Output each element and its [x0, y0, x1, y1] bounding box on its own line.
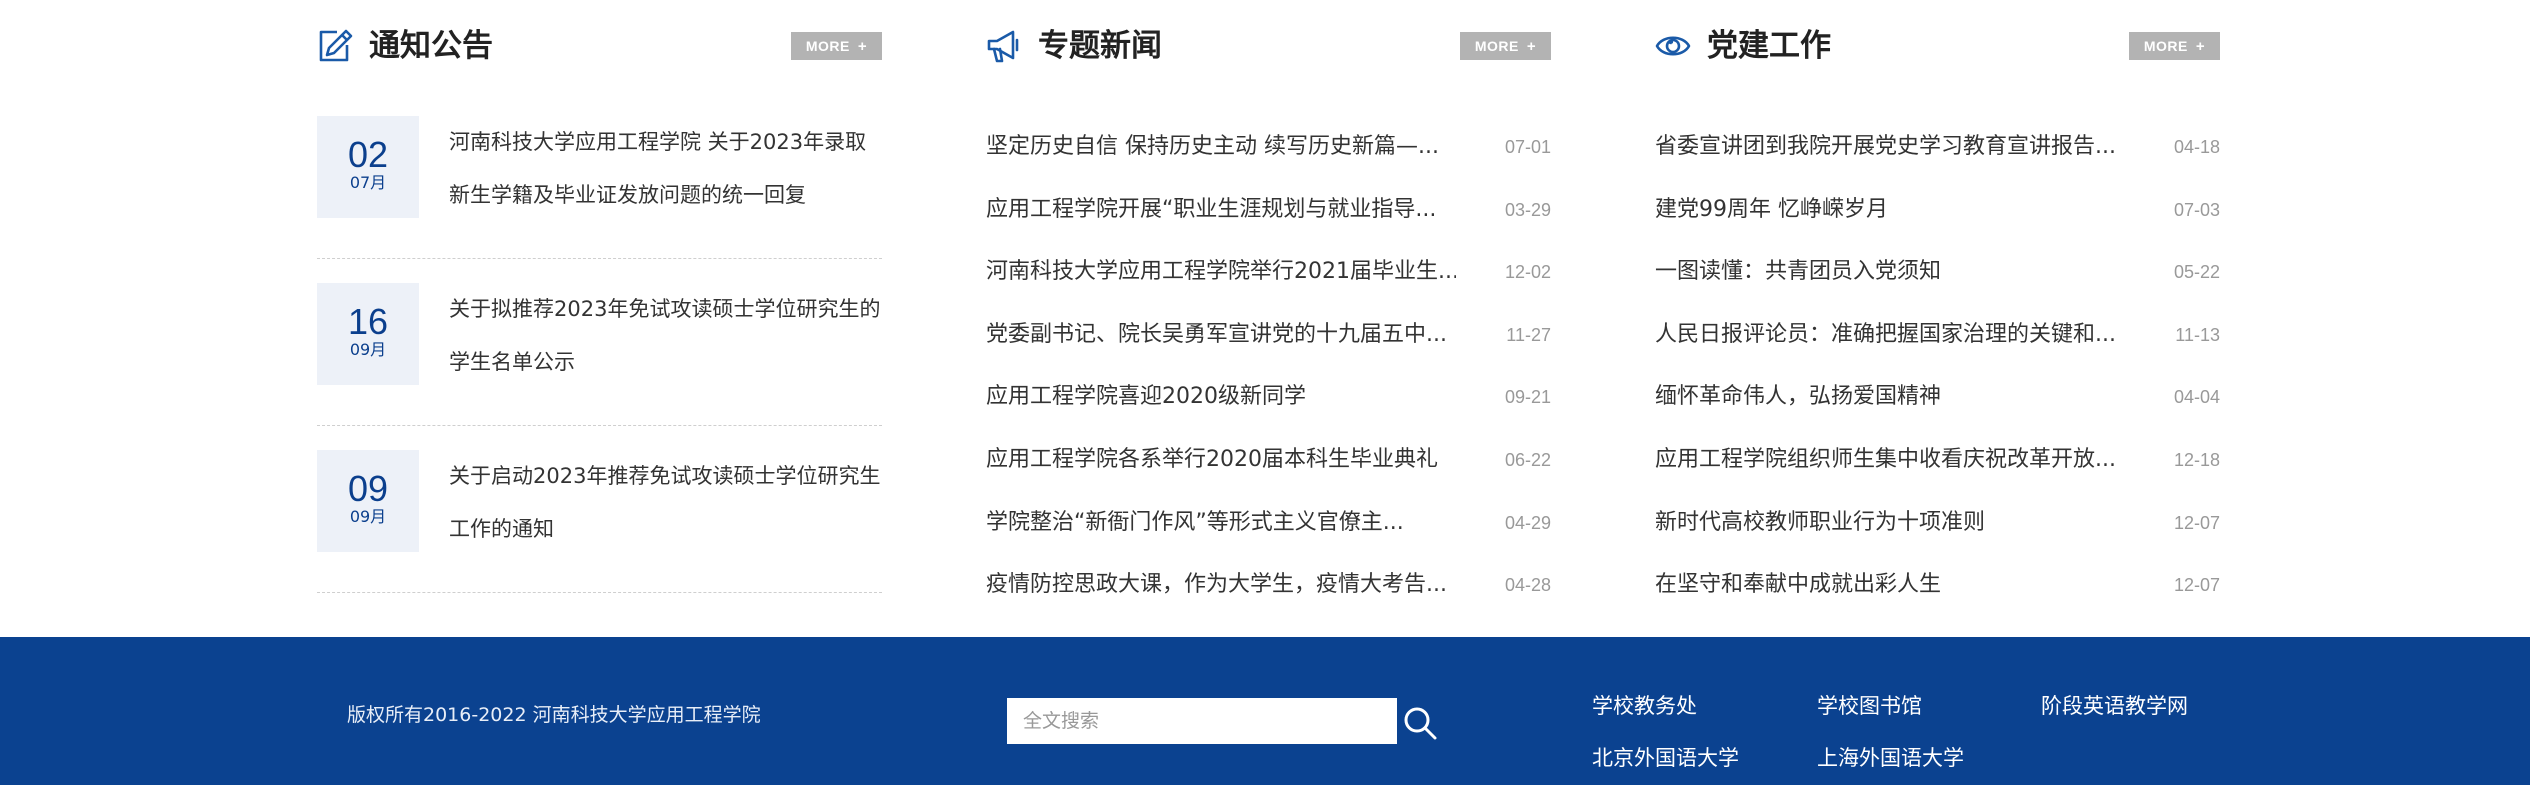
- party-more-button[interactable]: MORE +: [2129, 32, 2220, 60]
- date-day: 09: [347, 468, 389, 509]
- more-label: MORE: [2143, 38, 2188, 54]
- footer-link-english[interactable]: 阶段英语教学网: [2041, 690, 2188, 720]
- news-item[interactable]: 应用工程学院开展“职业生涯规划与就业指导... 03-29: [986, 179, 1551, 242]
- news-item[interactable]: 缅怀革命伟人，弘扬爱国精神 04-04: [1655, 366, 2220, 429]
- news-date: 12-02: [1504, 262, 1551, 283]
- news-link[interactable]: 河南科技大学应用工程学院举行2021届毕业生...: [986, 241, 1456, 304]
- news-date: 06-22: [1504, 449, 1551, 470]
- plus-icon: +: [2195, 38, 2206, 55]
- news-item[interactable]: 省委宣讲团到我院开展党史学习教育宣讲报告... 04-18: [1655, 116, 2220, 179]
- notice-link[interactable]: 河南科技大学应用工程学院 关于2023年录取新生学籍及毕业证发放问题的统一回复: [449, 116, 882, 222]
- news-item[interactable]: 在坚守和奉献中成就出彩人生 12-07: [1655, 554, 2220, 617]
- news-link[interactable]: 应用工程学院组织师生集中收看庆祝改革开放...: [1655, 429, 2125, 492]
- notice-header: 通知公告 MORE +: [317, 0, 882, 92]
- news-link[interactable]: 新时代高校教师职业行为十项准则: [1655, 492, 2125, 555]
- date-badge: 09 09月: [317, 450, 419, 552]
- party-list: 省委宣讲团到我院开展党史学习教育宣讲报告... 04-18 建党99周年 忆峥嵘岁…: [1655, 116, 2220, 617]
- notice-item[interactable]: 16 09月 关于拟推荐2023年免试攻读硕士学位研究生的学生名单公示: [317, 259, 882, 426]
- footer: 版权所有2016-2022 河南科技大学应用工程学院 学校教务处 学校图书馆 阶…: [0, 637, 2530, 785]
- news-date: 12-07: [2173, 512, 2220, 533]
- search-input[interactable]: [1007, 698, 1397, 744]
- news-date: 04-29: [1504, 512, 1551, 533]
- news-date: 07-03: [2173, 199, 2220, 220]
- plus-icon: +: [1526, 38, 1537, 55]
- news-link[interactable]: 一图读懂：共青团员入党须知: [1655, 241, 2125, 304]
- news-title: 专题新闻: [1038, 28, 1162, 64]
- news-link[interactable]: 建党99周年 忆峥嵘岁月: [1655, 179, 2125, 242]
- date-badge: 02 07月: [317, 116, 419, 218]
- date-month: 09月: [349, 507, 387, 526]
- search-icon[interactable]: [1400, 703, 1440, 743]
- news-date: 07-01: [1504, 137, 1551, 157]
- news-more-button[interactable]: MORE +: [1460, 32, 1551, 60]
- plus-icon: +: [857, 38, 868, 55]
- news-link[interactable]: 省委宣讲团到我院开展党史学习教育宣讲报告...: [1655, 116, 2125, 179]
- date-day: 02: [347, 134, 389, 175]
- notice-title: 通知公告: [369, 28, 493, 64]
- eye-icon: [1655, 28, 1691, 64]
- news-item[interactable]: 人民日报评论员：准确把握国家治理的关键和... 11-13: [1655, 304, 2220, 367]
- news-date: 04-28: [1504, 575, 1551, 596]
- news-item[interactable]: 应用工程学院组织师生集中收看庆祝改革开放... 12-18: [1655, 429, 2220, 492]
- party-header: 党建工作 MORE +: [1655, 0, 2220, 92]
- news-item[interactable]: 一图读懂：共青团员入党须知 05-22: [1655, 241, 2220, 304]
- date-badge: 16 09月: [317, 283, 419, 385]
- date-day: 16: [347, 301, 389, 342]
- news-link[interactable]: 应用工程学院各系举行2020届本科生毕业典礼: [986, 429, 1456, 492]
- notice-item[interactable]: 09 09月 关于启动2023年推荐免试攻读硕士学位研究生工作的通知: [317, 426, 882, 593]
- news-date: 12-18: [2173, 449, 2220, 470]
- footer-link-jiaowuchu[interactable]: 学校教务处: [1592, 690, 1697, 720]
- news-item[interactable]: 党委副书记、院长吴勇军宣讲党的十九届五中... 11-27: [986, 304, 1551, 367]
- date-month: 09月: [349, 340, 387, 359]
- news-date: 03-29: [1504, 199, 1551, 220]
- notice-section: 通知公告 MORE + 02 07月 河南科技大学应用工程学院 关于2023年录取…: [317, 0, 882, 593]
- notice-more-button[interactable]: MORE +: [791, 32, 882, 60]
- news-link[interactable]: 在坚守和奉献中成就出彩人生: [1655, 554, 2125, 617]
- news-link[interactable]: 坚定历史自信 保持历史主动 续写历史新篇—...: [986, 116, 1456, 179]
- news-item[interactable]: 疫情防控思政大课，作为大学生，疫情大考告... 04-28: [986, 554, 1551, 617]
- notice-link[interactable]: 关于拟推荐2023年免试攻读硕士学位研究生的学生名单公示: [449, 283, 882, 389]
- news-date: 04-18: [2173, 137, 2220, 157]
- news-link[interactable]: 学院整治“新衙门作风”等形式主义官僚主...: [986, 492, 1456, 555]
- news-item[interactable]: 坚定历史自信 保持历史主动 续写历史新篇—... 07-01: [986, 116, 1551, 179]
- news-link[interactable]: 应用工程学院喜迎2020级新同学: [986, 366, 1456, 429]
- news-item[interactable]: 应用工程学院各系举行2020届本科生毕业典礼 06-22: [986, 429, 1551, 492]
- news-item[interactable]: 河南科技大学应用工程学院举行2021届毕业生... 12-02: [986, 241, 1551, 304]
- notice-item[interactable]: 02 07月 河南科技大学应用工程学院 关于2023年录取新生学籍及毕业证发放问…: [317, 92, 882, 259]
- news-link[interactable]: 应用工程学院开展“职业生涯规划与就业指导...: [986, 179, 1456, 242]
- footer-link-bfsu[interactable]: 北京外国语大学: [1592, 742, 1739, 772]
- more-label: MORE: [1474, 38, 1519, 54]
- date-month: 07月: [349, 173, 387, 192]
- news-link[interactable]: 疫情防控思政大课，作为大学生，疫情大考告...: [986, 554, 1456, 617]
- news-item[interactable]: 建党99周年 忆峥嵘岁月 07-03: [1655, 179, 2220, 242]
- news-section: 专题新闻 MORE + 坚定历史自信 保持历史主动 续写历史新篇—... 07-01…: [986, 0, 1551, 617]
- copyright-text: 版权所有2016-2022 河南科技大学应用工程学院: [347, 704, 761, 726]
- news-link[interactable]: 缅怀革命伟人，弘扬爱国精神: [1655, 366, 2125, 429]
- news-list: 坚定历史自信 保持历史主动 续写历史新篇—... 07-01 应用工程学院开展“职…: [986, 116, 1551, 617]
- news-header: 专题新闻 MORE +: [986, 0, 1551, 92]
- megaphone-icon: [986, 28, 1022, 64]
- party-section: 党建工作 MORE + 省委宣讲团到我院开展党史学习教育宣讲报告... 04-18 …: [1655, 0, 2220, 617]
- news-date: 11-13: [2175, 324, 2220, 345]
- news-date: 12-07: [2173, 575, 2220, 596]
- news-date: 09-21: [1504, 387, 1551, 408]
- footer-link-library[interactable]: 学校图书馆: [1817, 690, 1922, 720]
- news-link[interactable]: 党委副书记、院长吴勇军宣讲党的十九届五中...: [986, 304, 1456, 367]
- news-link[interactable]: 人民日报评论员：准确把握国家治理的关键和...: [1655, 304, 2125, 367]
- more-label: MORE: [805, 38, 850, 54]
- news-item[interactable]: 新时代高校教师职业行为十项准则 12-07: [1655, 492, 2220, 555]
- news-date: 04-04: [2173, 387, 2220, 408]
- edit-icon: [317, 28, 353, 64]
- footer-link-shisu[interactable]: 上海外国语大学: [1817, 742, 1964, 772]
- news-item[interactable]: 应用工程学院喜迎2020级新同学 09-21: [986, 366, 1551, 429]
- news-date: 05-22: [2173, 262, 2220, 283]
- party-title: 党建工作: [1707, 28, 1831, 64]
- notice-link[interactable]: 关于启动2023年推荐免试攻读硕士学位研究生工作的通知: [449, 450, 882, 556]
- news-item[interactable]: 学院整治“新衙门作风”等形式主义官僚主... 04-29: [986, 492, 1551, 555]
- news-date: 11-27: [1506, 324, 1551, 345]
